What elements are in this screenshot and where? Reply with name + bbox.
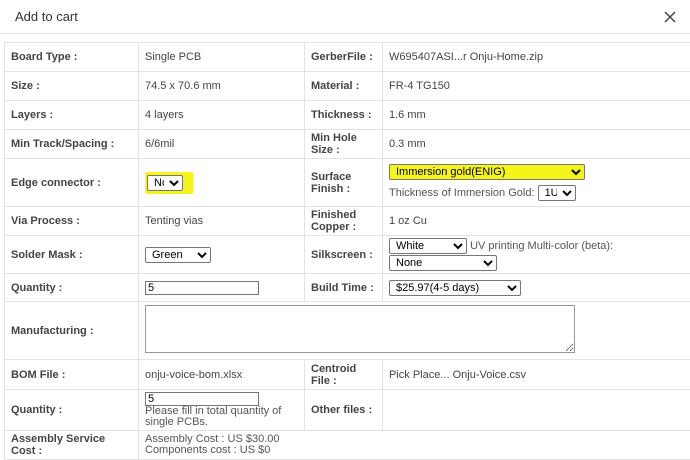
- uv-printing-label: UV printing Multi-color (beta):: [470, 240, 613, 252]
- build-time-cell: $25.97(4-5 days): [383, 274, 690, 302]
- add-to-cart-dialog: Add to cart Board Type : Single PCB Gerb…: [0, 0, 690, 458]
- min-hole-label: Min Hole Size :: [305, 130, 383, 159]
- solder-mask-cell: Green: [139, 236, 305, 274]
- manufacturing-textarea[interactable]: [145, 305, 575, 353]
- quantity-cell: [139, 274, 305, 302]
- table-row: Solder Mask : Green Silkscreen : White U…: [5, 236, 690, 274]
- edge-connector-label: Edge connector :: [5, 159, 139, 207]
- silkscreen-cell: White UV printing Multi-color (beta): No…: [383, 236, 690, 274]
- via-process-value: Tenting vias: [139, 207, 305, 236]
- table-row: Assembly Service Cost : Assembly Cost : …: [5, 431, 690, 460]
- table-row: Via Process : Tenting vias Finished Copp…: [5, 207, 690, 236]
- board-type-value: Single PCB: [139, 43, 305, 72]
- material-label: Material :: [305, 72, 383, 101]
- solder-mask-select[interactable]: Green: [145, 247, 211, 263]
- centroid-file-label: Centroid File :: [305, 360, 383, 390]
- bom-file-label: BOM File :: [5, 360, 139, 390]
- silkscreen-select[interactable]: White: [389, 238, 467, 254]
- manufacturing-cell: [139, 302, 690, 360]
- edge-connector-highlight: No: [145, 172, 193, 194]
- order-details-table: Board Type : Single PCB GerberFile : W69…: [4, 42, 690, 460]
- edge-connector-cell: No: [139, 159, 305, 207]
- assembly-quantity-cell: Please fill in total quantity of single …: [139, 390, 305, 431]
- table-row: BOM File : onju-voice-bom.xlsx Centroid …: [5, 360, 690, 390]
- quantity-label: Quantity :: [5, 274, 139, 302]
- uv-printing-select[interactable]: None: [389, 255, 497, 271]
- layers-label: Layers :: [5, 101, 139, 130]
- material-value: FR-4 TG150: [383, 72, 690, 101]
- assembly-quantity-label: Quantity :: [5, 390, 139, 431]
- thickness-value: 1.6 mm: [383, 101, 690, 130]
- finished-copper-value: 1 oz Cu: [383, 207, 690, 236]
- table-row: Manufacturing :: [5, 302, 690, 360]
- edge-connector-select[interactable]: No: [147, 175, 183, 191]
- bom-file-value: onju-voice-bom.xlsx: [139, 360, 305, 390]
- min-track-value: 6/6mil: [139, 130, 305, 159]
- silkscreen-label: Silkscreen :: [305, 236, 383, 274]
- dialog-header: Add to cart: [0, 0, 690, 34]
- dialog-body: Board Type : Single PCB GerberFile : W69…: [0, 34, 690, 460]
- gerber-file-label: GerberFile :: [305, 43, 383, 72]
- solder-mask-label: Solder Mask :: [5, 236, 139, 274]
- close-icon[interactable]: [662, 9, 678, 25]
- assembly-quantity-note: Please fill in total quantity of single …: [145, 406, 298, 428]
- table-row: Size : 74.5 x 70.6 mm Material : FR-4 TG…: [5, 72, 690, 101]
- build-time-label: Build Time :: [305, 274, 383, 302]
- board-type-label: Board Type :: [5, 43, 139, 72]
- gold-thickness-select[interactable]: 1U": [538, 185, 576, 201]
- table-row: Quantity : Please fill in total quantity…: [5, 390, 690, 431]
- assembly-quantity-input[interactable]: [145, 392, 259, 406]
- build-time-select[interactable]: $25.97(4-5 days): [389, 280, 521, 296]
- min-track-label: Min Track/Spacing :: [5, 130, 139, 159]
- min-hole-value: 0.3 mm: [383, 130, 690, 159]
- finished-copper-label: Finished Copper :: [305, 207, 383, 236]
- size-value: 74.5 x 70.6 mm: [139, 72, 305, 101]
- centroid-file-value: Pick Place... Onju-Voice.csv: [383, 360, 690, 390]
- surface-finish-select[interactable]: Immersion gold(ENIG): [389, 164, 585, 180]
- thickness-label: Thickness :: [305, 101, 383, 130]
- table-row: Quantity : Build Time : $25.97(4-5 days): [5, 274, 690, 302]
- other-files-cell: [383, 390, 690, 431]
- gold-thickness-label: Thickness of Immersion Gold:: [389, 187, 535, 199]
- assembly-cost-label: Assembly Service Cost :: [5, 431, 139, 460]
- table-row: Layers : 4 layers Thickness : 1.6 mm: [5, 101, 690, 130]
- dialog-title: Add to cart: [15, 9, 78, 24]
- table-row: Edge connector : No Surface Finish : Imm…: [5, 159, 690, 207]
- surface-finish-label: Surface Finish :: [305, 159, 383, 207]
- other-files-label: Other files :: [305, 390, 383, 431]
- table-row: Min Track/Spacing : 6/6mil Min Hole Size…: [5, 130, 690, 159]
- gerber-file-value: W695407ASI...r Onju-Home.zip: [383, 43, 690, 72]
- table-row: Board Type : Single PCB GerberFile : W69…: [5, 43, 690, 72]
- manufacturing-label: Manufacturing :: [5, 302, 139, 360]
- components-cost-value: Components cost : US $0: [145, 445, 686, 456]
- surface-finish-cell: Immersion gold(ENIG) Thickness of Immers…: [383, 159, 690, 207]
- quantity-input[interactable]: [145, 281, 259, 295]
- size-label: Size :: [5, 72, 139, 101]
- layers-value: 4 layers: [139, 101, 305, 130]
- via-process-label: Via Process :: [5, 207, 139, 236]
- assembly-cost-cell: Assembly Cost : US $30.00 Components cos…: [139, 431, 690, 460]
